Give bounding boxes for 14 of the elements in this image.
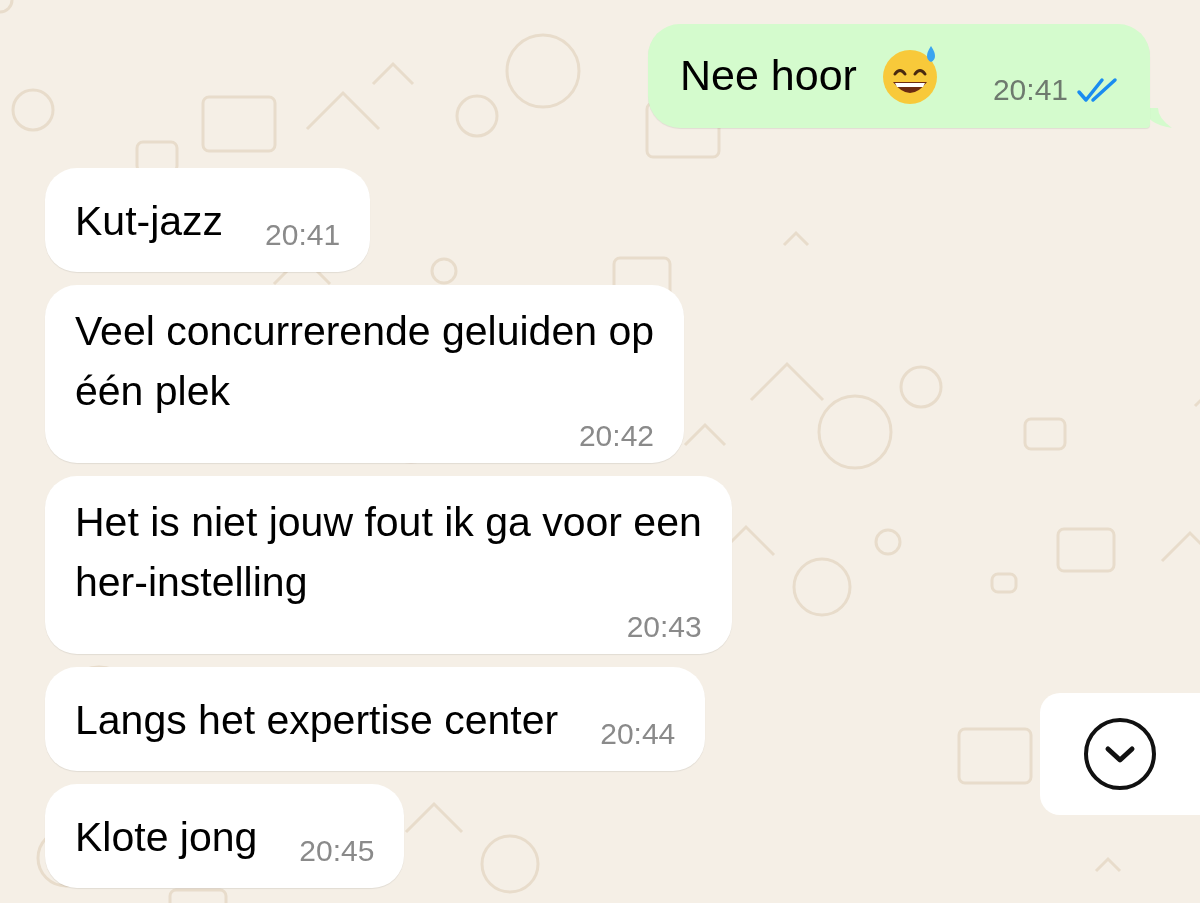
message-time: 20:41 — [265, 217, 341, 253]
message-text: Langs het expertise center — [75, 697, 559, 743]
scroll-down-button[interactable] — [1040, 693, 1200, 815]
chevron-down-icon — [1083, 717, 1157, 791]
message-text: Nee hoor — [680, 50, 857, 100]
message-text: Kut-jazz — [75, 198, 224, 244]
message-time: 20:45 — [299, 833, 375, 869]
message-text: Veel concurrerende geluiden op één plek — [75, 307, 654, 416]
message-time: 20:42 — [578, 419, 654, 453]
message-text: Het is niet jouw fout ik ga voor een her-instelling — [75, 498, 702, 607]
message-text: Klote jong — [75, 814, 258, 860]
message-time: 20:41 — [992, 73, 1068, 107]
message-time: 20:43 — [626, 610, 702, 644]
message-time: 20:44 — [600, 716, 676, 752]
